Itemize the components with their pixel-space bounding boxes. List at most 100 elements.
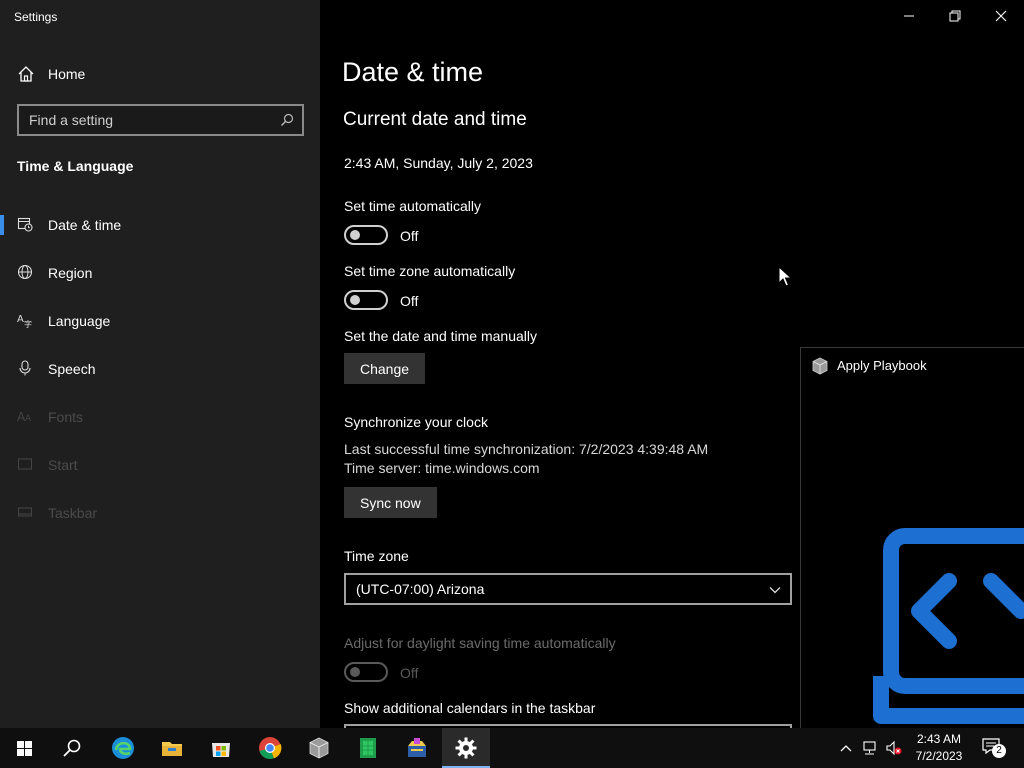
sidebar-item-date-time[interactable]: Date & time [0, 205, 320, 245]
search-box[interactable] [17, 104, 304, 136]
spreadsheet-icon [360, 738, 376, 758]
set-tz-auto-state: Off [400, 293, 419, 309]
change-button[interactable]: Change [344, 353, 426, 384]
sidebar-home-label: Home [48, 66, 86, 82]
network-icon[interactable] [862, 740, 878, 756]
sync-now-button[interactable]: Sync now [344, 487, 437, 518]
taskbar-clock[interactable]: 2:43 AM 7/2/2023 [908, 731, 970, 765]
chevron-down-icon [769, 587, 781, 594]
taskbar-icon [17, 507, 33, 517]
sidebar-item-label: Taskbar [48, 505, 98, 521]
restore-icon [949, 10, 961, 22]
current-datetime: 2:43 AM, Sunday, July 2, 2023 [344, 155, 533, 171]
selection-indicator [0, 215, 4, 235]
restore-button[interactable] [932, 0, 978, 32]
sidebar-item-taskbar: Taskbar [0, 493, 320, 533]
close-button[interactable] [978, 0, 1024, 32]
taskbar-edge[interactable] [99, 728, 147, 768]
set-time-auto-state: Off [400, 228, 419, 244]
start-icon [17, 458, 33, 470]
settings-icon [455, 737, 477, 759]
code-laptop-icon [873, 528, 1024, 724]
sidebar-item-speech[interactable]: Speech [0, 349, 320, 389]
set-time-auto-label: Set time automatically [344, 198, 481, 214]
taskbar-playbook[interactable] [295, 728, 343, 768]
windows-start-icon [17, 741, 32, 756]
toggle-knob [350, 295, 360, 305]
timezone-dropdown[interactable]: (UTC-07:00) Arizona [344, 573, 792, 605]
clock-date: 7/2/2023 [915, 749, 963, 763]
installer-icon [408, 738, 426, 757]
package-icon [812, 357, 828, 375]
settings-sidebar: Settings Home Time & Language Date & tim… [0, 0, 320, 728]
timezone-value: (UTC-07:00) Arizona [356, 581, 485, 597]
desktop-screen: Settings Home Time & Language Date & tim… [0, 0, 1024, 768]
language-icon: A字 [17, 314, 32, 328]
svg-text:字: 字 [24, 319, 32, 328]
sidebar-home[interactable]: Home [0, 58, 320, 90]
home-icon [18, 66, 34, 82]
taskbar-settings[interactable] [442, 728, 490, 768]
taskbar-installer[interactable] [393, 728, 441, 768]
clock-time: 2:43 AM [916, 732, 962, 746]
minimize-button[interactable] [886, 0, 932, 32]
dst-label: Adjust for daylight saving time automati… [344, 635, 616, 651]
set-time-auto-toggle[interactable] [344, 225, 388, 245]
close-icon [995, 10, 1007, 22]
sidebar-item-region[interactable]: Region [0, 253, 320, 293]
set-tz-auto-label: Set time zone automatically [344, 263, 516, 279]
mouse-cursor-icon [778, 266, 792, 287]
last-sync-text: Last successful time synchronization: 7/… [344, 441, 709, 457]
timezone-label: Time zone [344, 548, 409, 564]
calendars-label: Show additional calendars in the taskbar [344, 700, 596, 716]
section-title: Current date and time [343, 109, 527, 130]
volume-muted-icon[interactable] [886, 740, 902, 756]
set-tz-auto-toggle[interactable] [344, 290, 388, 310]
microphone-icon [19, 360, 31, 376]
svg-text:A: A [17, 314, 24, 325]
sync-title: Synchronize your clock [344, 414, 488, 430]
time-server-text: Time server: time.windows.com [344, 460, 540, 476]
start-button[interactable] [0, 728, 48, 768]
sidebar-item-label: Start [48, 457, 78, 473]
calendar-clock-icon [17, 217, 33, 232]
page-title: Date & time [342, 57, 484, 87]
taskbar: 2:43 AM 7/2/2023 2 [0, 728, 1024, 768]
chrome-icon [259, 737, 282, 760]
playbook-window-title: Apply Playbook [837, 358, 927, 373]
search-input[interactable] [19, 106, 302, 134]
dst-state: Off [400, 665, 419, 681]
sidebar-item-label: Fonts [48, 409, 84, 425]
search-icon [63, 739, 81, 757]
package-icon [309, 737, 329, 759]
search-icon [281, 113, 294, 126]
store-icon [212, 743, 230, 757]
chevron-up-icon[interactable] [838, 740, 854, 756]
minimize-icon [904, 15, 914, 17]
apply-playbook-window[interactable]: Apply Playbook [800, 347, 1024, 728]
toggle-knob [350, 667, 360, 677]
sidebar-item-label: Region [48, 265, 93, 281]
sidebar-item-label: Language [48, 313, 111, 329]
manual-label: Set the date and time manually [344, 328, 538, 344]
section-heading: Time & Language [17, 158, 134, 174]
window-title: Settings [14, 10, 58, 24]
toggle-knob [350, 230, 360, 240]
sidebar-item-language[interactable]: A字 Language [0, 301, 320, 341]
fonts-icon: AA [17, 410, 32, 424]
action-center-button[interactable]: 2 [982, 738, 1006, 758]
taskbar-spreadsheet[interactable] [344, 728, 392, 768]
sidebar-item-label: Date & time [48, 217, 122, 233]
svg-text:A: A [25, 414, 32, 424]
taskbar-chrome[interactable] [246, 728, 294, 768]
globe-icon [17, 264, 33, 280]
file-explorer-icon [162, 742, 182, 756]
notification-badge: 2 [992, 744, 1006, 758]
sidebar-item-fonts: AA Fonts [0, 397, 320, 437]
dst-toggle [344, 662, 388, 682]
taskbar-store[interactable] [197, 728, 245, 768]
sidebar-item-label: Speech [48, 361, 96, 377]
taskbar-search-button[interactable] [48, 728, 96, 768]
edge-icon [112, 737, 134, 759]
taskbar-file-explorer[interactable] [148, 728, 196, 768]
